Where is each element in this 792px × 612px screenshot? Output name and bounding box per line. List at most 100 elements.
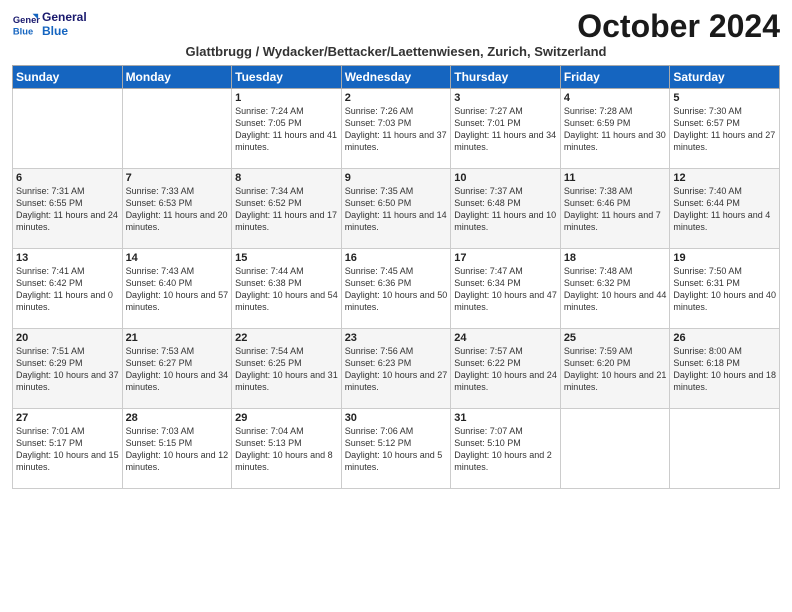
logo-icon: General Blue xyxy=(12,10,40,38)
day-number: 3 xyxy=(454,92,557,104)
day-number: 12 xyxy=(673,172,776,184)
day-number: 27 xyxy=(16,412,119,424)
day-info: Sunrise: 7:30 AM Sunset: 6:57 PM Dayligh… xyxy=(673,105,776,154)
day-number: 14 xyxy=(126,252,229,264)
calendar-cell: 30Sunrise: 7:06 AM Sunset: 5:12 PM Dayli… xyxy=(341,409,451,489)
calendar-cell: 17Sunrise: 7:47 AM Sunset: 6:34 PM Dayli… xyxy=(451,249,561,329)
day-info: Sunrise: 7:04 AM Sunset: 5:13 PM Dayligh… xyxy=(235,425,338,474)
day-number: 16 xyxy=(345,252,448,264)
calendar-week-row: 20Sunrise: 7:51 AM Sunset: 6:29 PM Dayli… xyxy=(13,329,780,409)
header-row: General Blue General Blue October 2024 xyxy=(12,10,780,42)
calendar-cell: 28Sunrise: 7:03 AM Sunset: 5:15 PM Dayli… xyxy=(122,409,232,489)
day-info: Sunrise: 7:07 AM Sunset: 5:10 PM Dayligh… xyxy=(454,425,557,474)
calendar-cell: 14Sunrise: 7:43 AM Sunset: 6:40 PM Dayli… xyxy=(122,249,232,329)
day-number: 25 xyxy=(564,332,667,344)
day-info: Sunrise: 7:51 AM Sunset: 6:29 PM Dayligh… xyxy=(16,345,119,394)
day-number: 7 xyxy=(126,172,229,184)
calendar-cell: 11Sunrise: 7:38 AM Sunset: 6:46 PM Dayli… xyxy=(560,169,670,249)
month-title: October 2024 xyxy=(577,10,780,42)
calendar-cell xyxy=(560,409,670,489)
calendar-cell: 1Sunrise: 7:24 AM Sunset: 7:05 PM Daylig… xyxy=(232,89,342,169)
calendar-cell: 18Sunrise: 7:48 AM Sunset: 6:32 PM Dayli… xyxy=(560,249,670,329)
day-number: 9 xyxy=(345,172,448,184)
col-header-saturday: Saturday xyxy=(670,66,780,89)
day-info: Sunrise: 7:26 AM Sunset: 7:03 PM Dayligh… xyxy=(345,105,448,154)
day-number: 10 xyxy=(454,172,557,184)
calendar-cell: 7Sunrise: 7:33 AM Sunset: 6:53 PM Daylig… xyxy=(122,169,232,249)
calendar-cell: 19Sunrise: 7:50 AM Sunset: 6:31 PM Dayli… xyxy=(670,249,780,329)
calendar-cell: 3Sunrise: 7:27 AM Sunset: 7:01 PM Daylig… xyxy=(451,89,561,169)
day-info: Sunrise: 8:00 AM Sunset: 6:18 PM Dayligh… xyxy=(673,345,776,394)
day-info: Sunrise: 7:33 AM Sunset: 6:53 PM Dayligh… xyxy=(126,185,229,234)
day-info: Sunrise: 7:57 AM Sunset: 6:22 PM Dayligh… xyxy=(454,345,557,394)
col-header-tuesday: Tuesday xyxy=(232,66,342,89)
col-header-friday: Friday xyxy=(560,66,670,89)
day-info: Sunrise: 7:28 AM Sunset: 6:59 PM Dayligh… xyxy=(564,105,667,154)
logo-text: General Blue xyxy=(42,10,87,39)
day-info: Sunrise: 7:53 AM Sunset: 6:27 PM Dayligh… xyxy=(126,345,229,394)
calendar-cell: 23Sunrise: 7:56 AM Sunset: 6:23 PM Dayli… xyxy=(341,329,451,409)
calendar-cell: 21Sunrise: 7:53 AM Sunset: 6:27 PM Dayli… xyxy=(122,329,232,409)
calendar-cell: 4Sunrise: 7:28 AM Sunset: 6:59 PM Daylig… xyxy=(560,89,670,169)
day-number: 4 xyxy=(564,92,667,104)
col-header-monday: Monday xyxy=(122,66,232,89)
svg-text:Blue: Blue xyxy=(13,27,33,37)
calendar-cell: 12Sunrise: 7:40 AM Sunset: 6:44 PM Dayli… xyxy=(670,169,780,249)
day-number: 15 xyxy=(235,252,338,264)
day-info: Sunrise: 7:34 AM Sunset: 6:52 PM Dayligh… xyxy=(235,185,338,234)
day-info: Sunrise: 7:45 AM Sunset: 6:36 PM Dayligh… xyxy=(345,265,448,314)
calendar-cell xyxy=(122,89,232,169)
calendar-week-row: 27Sunrise: 7:01 AM Sunset: 5:17 PM Dayli… xyxy=(13,409,780,489)
day-info: Sunrise: 7:37 AM Sunset: 6:48 PM Dayligh… xyxy=(454,185,557,234)
calendar-cell xyxy=(670,409,780,489)
day-info: Sunrise: 7:43 AM Sunset: 6:40 PM Dayligh… xyxy=(126,265,229,314)
calendar-cell: 31Sunrise: 7:07 AM Sunset: 5:10 PM Dayli… xyxy=(451,409,561,489)
calendar-cell: 26Sunrise: 8:00 AM Sunset: 6:18 PM Dayli… xyxy=(670,329,780,409)
calendar-week-row: 13Sunrise: 7:41 AM Sunset: 6:42 PM Dayli… xyxy=(13,249,780,329)
day-info: Sunrise: 7:59 AM Sunset: 6:20 PM Dayligh… xyxy=(564,345,667,394)
day-number: 23 xyxy=(345,332,448,344)
day-info: Sunrise: 7:40 AM Sunset: 6:44 PM Dayligh… xyxy=(673,185,776,234)
calendar-cell: 24Sunrise: 7:57 AM Sunset: 6:22 PM Dayli… xyxy=(451,329,561,409)
day-number: 8 xyxy=(235,172,338,184)
col-header-thursday: Thursday xyxy=(451,66,561,89)
day-number: 13 xyxy=(16,252,119,264)
day-number: 11 xyxy=(564,172,667,184)
calendar-cell: 13Sunrise: 7:41 AM Sunset: 6:42 PM Dayli… xyxy=(13,249,123,329)
day-info: Sunrise: 7:50 AM Sunset: 6:31 PM Dayligh… xyxy=(673,265,776,314)
day-number: 19 xyxy=(673,252,776,264)
calendar-week-row: 1Sunrise: 7:24 AM Sunset: 7:05 PM Daylig… xyxy=(13,89,780,169)
calendar-cell xyxy=(13,89,123,169)
day-number: 6 xyxy=(16,172,119,184)
day-info: Sunrise: 7:41 AM Sunset: 6:42 PM Dayligh… xyxy=(16,265,119,314)
logo: General Blue General Blue xyxy=(12,10,87,39)
day-info: Sunrise: 7:44 AM Sunset: 6:38 PM Dayligh… xyxy=(235,265,338,314)
calendar-cell: 20Sunrise: 7:51 AM Sunset: 6:29 PM Dayli… xyxy=(13,329,123,409)
day-number: 20 xyxy=(16,332,119,344)
day-info: Sunrise: 7:54 AM Sunset: 6:25 PM Dayligh… xyxy=(235,345,338,394)
calendar-cell: 5Sunrise: 7:30 AM Sunset: 6:57 PM Daylig… xyxy=(670,89,780,169)
calendar-cell: 9Sunrise: 7:35 AM Sunset: 6:50 PM Daylig… xyxy=(341,169,451,249)
day-info: Sunrise: 7:56 AM Sunset: 6:23 PM Dayligh… xyxy=(345,345,448,394)
calendar-cell: 29Sunrise: 7:04 AM Sunset: 5:13 PM Dayli… xyxy=(232,409,342,489)
calendar-week-row: 6Sunrise: 7:31 AM Sunset: 6:55 PM Daylig… xyxy=(13,169,780,249)
day-info: Sunrise: 7:01 AM Sunset: 5:17 PM Dayligh… xyxy=(16,425,119,474)
calendar-cell: 8Sunrise: 7:34 AM Sunset: 6:52 PM Daylig… xyxy=(232,169,342,249)
calendar-cell: 15Sunrise: 7:44 AM Sunset: 6:38 PM Dayli… xyxy=(232,249,342,329)
day-number: 24 xyxy=(454,332,557,344)
page-container: General Blue General Blue October 2024 G… xyxy=(0,0,792,497)
calendar-cell: 25Sunrise: 7:59 AM Sunset: 6:20 PM Dayli… xyxy=(560,329,670,409)
day-info: Sunrise: 7:24 AM Sunset: 7:05 PM Dayligh… xyxy=(235,105,338,154)
day-number: 26 xyxy=(673,332,776,344)
day-number: 1 xyxy=(235,92,338,104)
calendar-table: SundayMondayTuesdayWednesdayThursdayFrid… xyxy=(12,65,780,489)
day-info: Sunrise: 7:35 AM Sunset: 6:50 PM Dayligh… xyxy=(345,185,448,234)
day-info: Sunrise: 7:27 AM Sunset: 7:01 PM Dayligh… xyxy=(454,105,557,154)
calendar-cell: 2Sunrise: 7:26 AM Sunset: 7:03 PM Daylig… xyxy=(341,89,451,169)
day-info: Sunrise: 7:03 AM Sunset: 5:15 PM Dayligh… xyxy=(126,425,229,474)
col-header-wednesday: Wednesday xyxy=(341,66,451,89)
day-info: Sunrise: 7:06 AM Sunset: 5:12 PM Dayligh… xyxy=(345,425,448,474)
day-number: 21 xyxy=(126,332,229,344)
day-number: 22 xyxy=(235,332,338,344)
day-number: 17 xyxy=(454,252,557,264)
